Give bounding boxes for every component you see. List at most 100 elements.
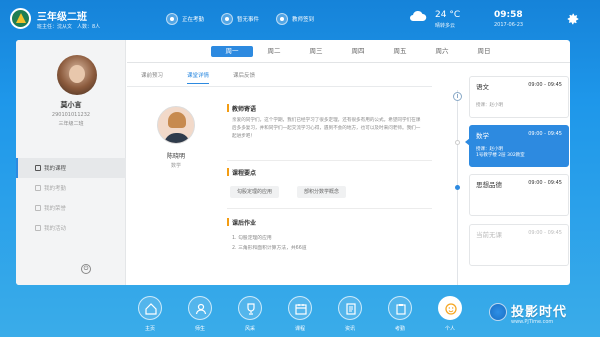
- events-status-button[interactable]: 暂无事件: [221, 13, 259, 25]
- sidebar-item-label: 我的考勤: [44, 186, 67, 192]
- section-body: 亲爱的同学们，这个学期，我们已经学习了很多定理，还有很多有用的公式。希望同学们在…: [232, 118, 421, 139]
- power-icon[interactable]: ⏻: [81, 264, 91, 274]
- dock-label: 个人: [444, 326, 455, 332]
- homework-item: 2. 三角形和面积计算方法，共66道: [232, 246, 307, 251]
- teacher-avatar: [157, 106, 195, 144]
- tab-sunday[interactable]: 周日: [463, 46, 505, 57]
- dock-label: 资讯: [344, 326, 355, 332]
- dock-label: 风采: [244, 326, 255, 332]
- class-meta: 班主任：沈从文 人数：8人: [37, 24, 101, 30]
- smile-icon: [445, 303, 457, 315]
- status-label: 正在考勤: [182, 17, 205, 23]
- calendar-icon: [295, 304, 307, 315]
- trophy-button[interactable]: [238, 296, 262, 320]
- teacher-name: 陈晓明: [166, 153, 185, 160]
- clock-icon: [453, 92, 462, 101]
- section-title: 教师寄语: [232, 106, 257, 113]
- status-label: 暂无事件: [237, 17, 260, 23]
- key-point-pill: 勾股定理的应用: [230, 186, 280, 198]
- lesson-card-math[interactable]: 数学 09:00 - 09:45 授课：赵小明 1号教学楼 2层 302教室: [465, 125, 569, 167]
- people-icon: [195, 303, 207, 315]
- tab-wednesday[interactable]: 周三: [295, 46, 337, 57]
- check-icon: [166, 13, 178, 25]
- book-icon: [35, 165, 41, 171]
- dock-label: 考勤: [394, 326, 405, 332]
- tab-feedback[interactable]: 课后反馈: [233, 71, 255, 79]
- trophy-icon: [247, 303, 255, 315]
- timeline-dot: [455, 140, 460, 145]
- sidebar-item-honors[interactable]: 我的荣誉: [16, 198, 126, 218]
- lesson-time: 09:00 - 09:45: [528, 230, 562, 236]
- home-button[interactable]: [138, 296, 162, 320]
- dock-label: 课程: [294, 326, 305, 332]
- news-button[interactable]: [338, 296, 362, 320]
- bell-icon: [221, 13, 233, 25]
- divider: [127, 62, 570, 63]
- tab-monday[interactable]: 周一: [211, 45, 253, 57]
- dock-label: 师生: [194, 326, 205, 332]
- weather-desc: 晴转多云: [435, 23, 456, 29]
- dock-label: 主页: [144, 326, 155, 332]
- class-logo-icon: [10, 8, 31, 29]
- lesson-card-morality[interactable]: 思想品德 09:00 - 09:45: [469, 174, 569, 216]
- lesson-time: 09:00 - 09:45: [528, 131, 562, 137]
- sidebar-item-activities[interactable]: 我的活动: [16, 218, 126, 238]
- section-marker: [227, 104, 229, 112]
- teacher-subject: 数学: [170, 163, 181, 169]
- watermark: 投影时代 www.PjTime.com: [489, 301, 599, 331]
- profile-panel: 莫小言 290101011232 三年级二班 我的课程 我的考勤 我的荣誉 我的…: [16, 40, 126, 285]
- medal-icon: [35, 205, 41, 211]
- sidebar-item-attendance[interactable]: 我的考勤: [16, 178, 126, 198]
- calendar-icon: [35, 185, 41, 191]
- sidebar-item-courses[interactable]: 我的课程: [16, 158, 126, 178]
- home-icon: [145, 303, 157, 315]
- lesson-card-chinese[interactable]: 语文 09:00 - 09:45 授课：赵小明: [469, 76, 569, 118]
- sub-tabs: 课前预习 课堂详情 课后反馈: [141, 71, 255, 84]
- document-icon: [346, 303, 356, 315]
- section-marker: [227, 218, 229, 226]
- sidebar-nav: 我的课程 我的考勤 我的荣誉 我的活动: [16, 158, 126, 238]
- timeline-current-dot: [455, 185, 460, 190]
- temperature: 24 °C: [435, 10, 461, 20]
- lesson-meta: 授课：赵小明: [476, 103, 503, 108]
- tab-class-details[interactable]: 课堂详情: [187, 71, 210, 84]
- divider: [227, 160, 432, 161]
- lesson-card-empty[interactable]: 当前无课 09:00 - 09:45: [469, 224, 569, 266]
- clock-date: 2017-06-23: [494, 22, 524, 28]
- main-card: 莫小言 290101011232 三年级二班 我的课程 我的考勤 我的荣誉 我的…: [16, 40, 570, 285]
- tab-preview[interactable]: 课前预习: [141, 71, 163, 79]
- attendance-status-button[interactable]: 正在考勤: [166, 13, 204, 25]
- teacher-signin-button[interactable]: 教师签到: [276, 13, 314, 25]
- class-name: 三年级二班: [37, 12, 87, 23]
- section-title: 课程要点: [232, 170, 257, 177]
- clipboard-icon: [396, 304, 406, 315]
- tab-saturday[interactable]: 周六: [421, 46, 463, 57]
- gear-icon[interactable]: [566, 12, 580, 26]
- pen-icon: [276, 13, 288, 25]
- profile-class: 三年级二班: [58, 121, 84, 127]
- tab-tuesday[interactable]: 周二: [253, 46, 295, 57]
- sidebar-item-label: 我的课程: [44, 166, 67, 172]
- profile-id: 290101011232: [51, 112, 91, 118]
- tab-friday[interactable]: 周五: [379, 46, 421, 57]
- tab-thursday[interactable]: 周四: [337, 46, 379, 57]
- week-tabs: 周一 周二 周三 周四 周五 周六 周日: [127, 40, 570, 62]
- cloud-icon: [410, 10, 427, 21]
- section-marker: [227, 168, 229, 176]
- status-label: 教师签到: [292, 17, 315, 23]
- courses-button[interactable]: [288, 296, 312, 320]
- watermark-text: 投影时代: [511, 305, 568, 320]
- lesson-meta: 授课：赵小明 1号教学楼 2层 302教室: [476, 147, 525, 158]
- sidebar-item-label: 我的活动: [44, 226, 67, 232]
- watermark-logo-icon: [489, 303, 507, 321]
- profile-name: 莫小言: [60, 101, 82, 109]
- attendance-button[interactable]: [388, 296, 412, 320]
- section-title: 课后作业: [232, 220, 257, 227]
- lesson-time: 09:00 - 09:45: [528, 180, 562, 186]
- divider: [227, 208, 432, 209]
- homework-item: 1. 勾股定理的应用: [232, 236, 272, 241]
- personal-button[interactable]: [438, 296, 462, 320]
- people-button[interactable]: [188, 296, 212, 320]
- clock-time: 09:58: [494, 10, 523, 20]
- watermark-url: www.PjTime.com: [511, 319, 554, 325]
